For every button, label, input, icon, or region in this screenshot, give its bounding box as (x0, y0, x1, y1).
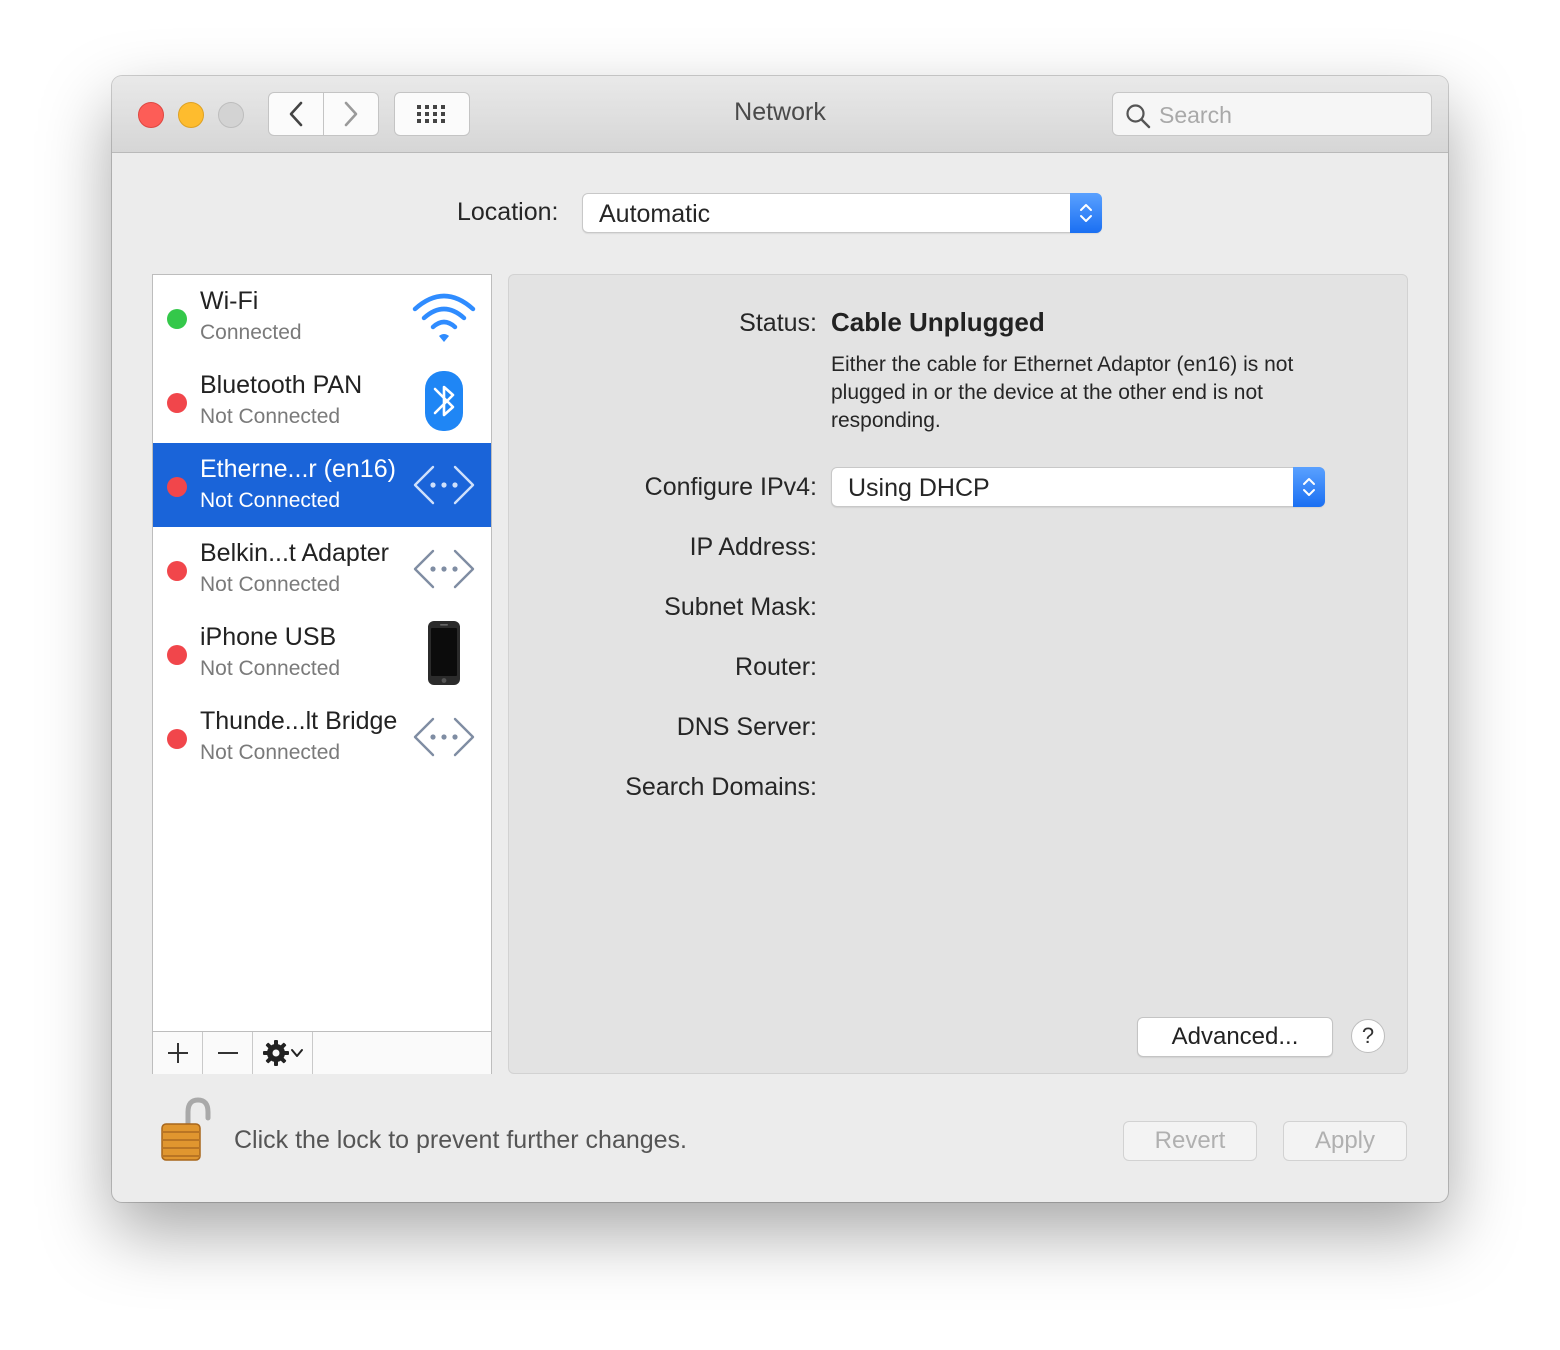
service-list-toolbar (153, 1031, 491, 1074)
service-item-wifi[interactable]: Wi-Fi Connected (153, 275, 491, 359)
status-dot (167, 477, 187, 497)
service-actions-menu[interactable] (253, 1032, 313, 1074)
minus-icon (217, 1052, 238, 1054)
network-preferences-window: Network Location: Automatic Wi-Fi Connec… (112, 76, 1448, 1202)
up-down-chevron-icon (1080, 204, 1092, 222)
iphone-icon (428, 621, 460, 685)
service-name: Wi-Fi (200, 287, 259, 315)
chevron-down-icon (290, 1049, 303, 1057)
popup-stepper (1070, 193, 1102, 233)
revert-button[interactable]: Revert (1123, 1121, 1257, 1161)
lock-message: Click the lock to prevent further change… (234, 1126, 688, 1154)
service-name: iPhone USB (200, 623, 337, 651)
status-value: Cable Unplugged (831, 307, 1045, 337)
gear-icon (262, 1040, 289, 1066)
router-label: Router: (735, 653, 817, 681)
service-item-thunderbolt-bridge[interactable]: Thunde...lt Bridge Not Connected (153, 695, 491, 779)
advanced-button[interactable]: Advanced... (1137, 1017, 1333, 1057)
status-dot (167, 393, 187, 413)
service-status: Not Connected (200, 657, 341, 680)
popup-stepper (1293, 467, 1325, 507)
wifi-icon (412, 293, 476, 342)
service-status: Not Connected (200, 405, 341, 428)
service-name: Bluetooth PAN (200, 371, 363, 399)
service-item-belkin-adapter[interactable]: Belkin...t Adapter Not Connected (153, 527, 491, 611)
up-down-chevron-icon (1303, 478, 1315, 496)
service-status: Connected (200, 321, 302, 344)
search-icon (1126, 104, 1151, 129)
status-dot (167, 729, 187, 749)
service-status: Not Connected (200, 573, 341, 596)
location-popup[interactable]: Automatic (582, 193, 1102, 233)
service-status: Not Connected (200, 741, 341, 764)
remove-service-button[interactable] (203, 1032, 253, 1074)
ethernet-icon (413, 549, 475, 589)
service-item-bluetooth-pan[interactable]: Bluetooth PAN Not Connected (153, 359, 491, 443)
configure-ipv4-popup[interactable]: Using DHCP (831, 467, 1325, 507)
status-dot (167, 309, 187, 329)
title-bar: Network (112, 76, 1448, 153)
location-label: Location: (457, 198, 559, 226)
service-name: Belkin...t Adapter (200, 539, 390, 567)
service-item-ethernet-en16[interactable]: Etherne...r (en16) Not Connected (153, 443, 491, 527)
ip-address-label: IP Address: (689, 533, 817, 561)
bluetooth-icon (425, 371, 463, 431)
configure-ipv4-label: Configure IPv4: (644, 473, 817, 501)
subnet-mask-label: Subnet Mask: (664, 593, 817, 621)
service-list: Wi-Fi Connected Bluetooth PAN Not Connec… (152, 274, 492, 1074)
ethernet-icon (413, 465, 475, 505)
ethernet-icon (413, 717, 475, 757)
status-label: Status: (739, 309, 817, 337)
search-input[interactable] (1157, 99, 1421, 131)
location-value: Automatic (599, 200, 711, 228)
service-item-iphone-usb[interactable]: iPhone USB Not Connected (153, 611, 491, 695)
service-status: Not Connected (200, 489, 341, 512)
search-field[interactable] (1112, 92, 1432, 136)
plus-icon (167, 1043, 188, 1063)
unlocked-padlock-icon (161, 1097, 211, 1161)
lock-button[interactable] (158, 1096, 214, 1166)
search-domains-label: Search Domains: (625, 773, 817, 801)
status-description: Either the cable for Ethernet Adaptor (e… (831, 353, 1294, 432)
service-name: Etherne...r (en16) (200, 455, 396, 483)
service-detail-panel: Status: Cable Unplugged Either the cable… (508, 274, 1408, 1074)
help-button[interactable]: ? (1351, 1019, 1385, 1053)
add-service-button[interactable] (153, 1032, 203, 1074)
apply-button[interactable]: Apply (1283, 1121, 1407, 1161)
service-name: Thunde...lt Bridge (200, 707, 398, 735)
status-dot (167, 645, 187, 665)
configure-ipv4-value: Using DHCP (848, 474, 990, 502)
status-dot (167, 561, 187, 581)
dns-server-label: DNS Server: (676, 713, 817, 741)
